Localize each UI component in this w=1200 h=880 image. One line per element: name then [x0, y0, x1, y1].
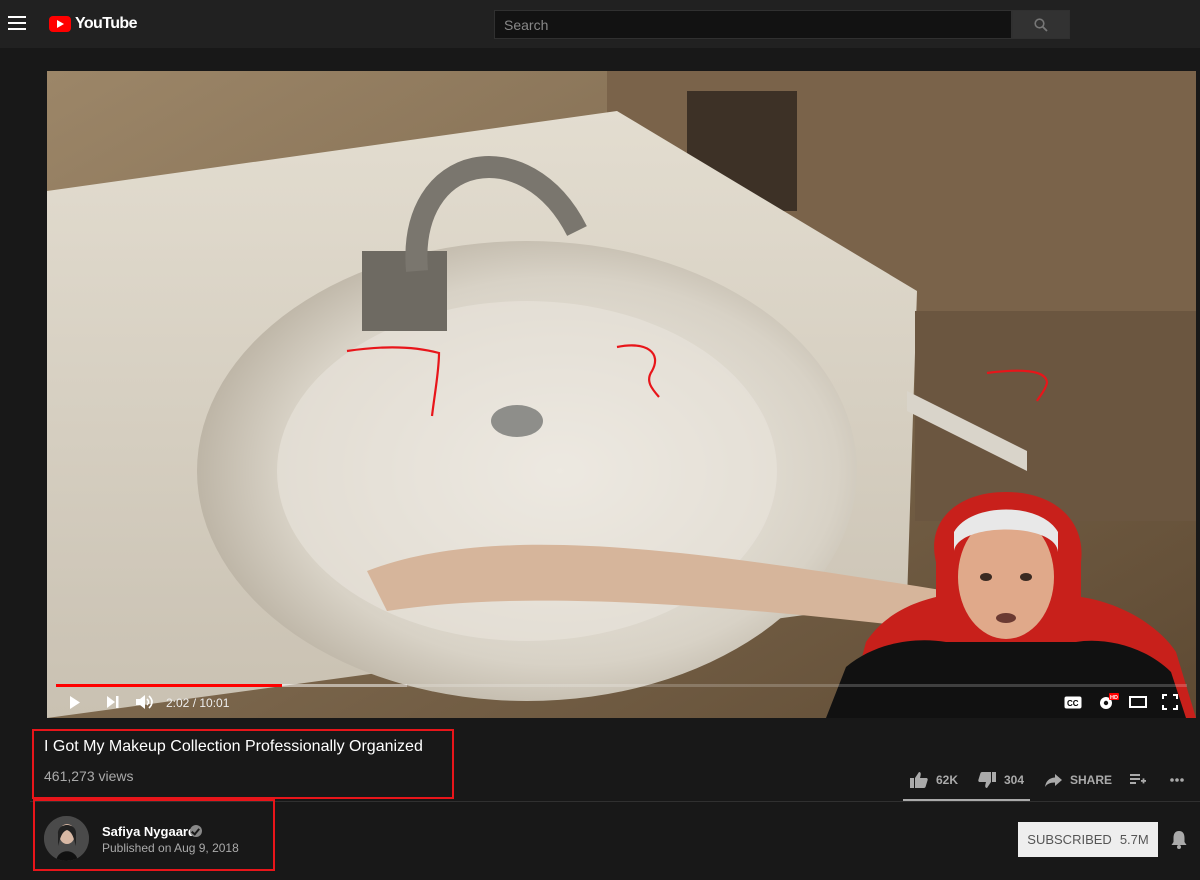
next-icon[interactable]	[107, 696, 119, 708]
masthead: YouTube	[0, 0, 1200, 48]
like-button[interactable]: 62K	[910, 770, 958, 790]
svg-text:CC: CC	[1067, 699, 1079, 708]
subscriber-count: 5.7M	[1119, 832, 1149, 847]
share-button[interactable]: SHARE	[1045, 770, 1112, 790]
subscribe-button[interactable]: SUBSCRIBED 5.7M	[1018, 822, 1158, 857]
menu-icon[interactable]	[8, 16, 26, 32]
svg-text:HD: HD	[1110, 695, 1118, 701]
volume-icon[interactable]	[136, 694, 154, 710]
share-label: SHARE	[1070, 773, 1113, 787]
fullscreen-icon[interactable]	[1162, 694, 1178, 710]
dislike-button[interactable]: 304	[978, 770, 1024, 790]
play-icon[interactable]	[69, 695, 81, 710]
thumbs-down-icon	[978, 772, 996, 788]
add-to-playlist-icon	[1130, 774, 1146, 784]
search-button[interactable]	[1012, 10, 1070, 39]
theater-icon[interactable]	[1129, 696, 1147, 708]
annotation-box-channel	[33, 799, 275, 871]
logo-text: YouTube	[75, 15, 137, 32]
search-input[interactable]	[494, 10, 1012, 39]
video-player[interactable]: 2:02 / 10:01 CC HD	[47, 71, 1196, 718]
youtube-logo-icon	[49, 16, 71, 32]
youtube-logo[interactable]: YouTube	[49, 12, 137, 36]
subscribe-label: SUBSCRIBED	[1027, 832, 1112, 847]
thumbs-up-icon	[910, 772, 928, 788]
bell-icon[interactable]	[1171, 830, 1187, 849]
search-icon	[1034, 18, 1048, 32]
annotation-box-title	[32, 729, 454, 799]
dislike-count: 304	[1004, 773, 1025, 787]
player-controls: 2:02 / 10:01 CC HD	[47, 687, 1196, 718]
share-icon	[1045, 773, 1062, 787]
like-count: 62K	[936, 773, 959, 787]
more-icon	[1170, 778, 1184, 782]
settings-hd-icon[interactable]: HD	[1097, 693, 1119, 711]
add-to-playlist-button[interactable]	[1130, 770, 1146, 790]
more-actions-button[interactable]	[1170, 770, 1184, 790]
time-display: 2:02 / 10:01	[166, 696, 230, 710]
captions-icon[interactable]: CC	[1064, 696, 1082, 709]
